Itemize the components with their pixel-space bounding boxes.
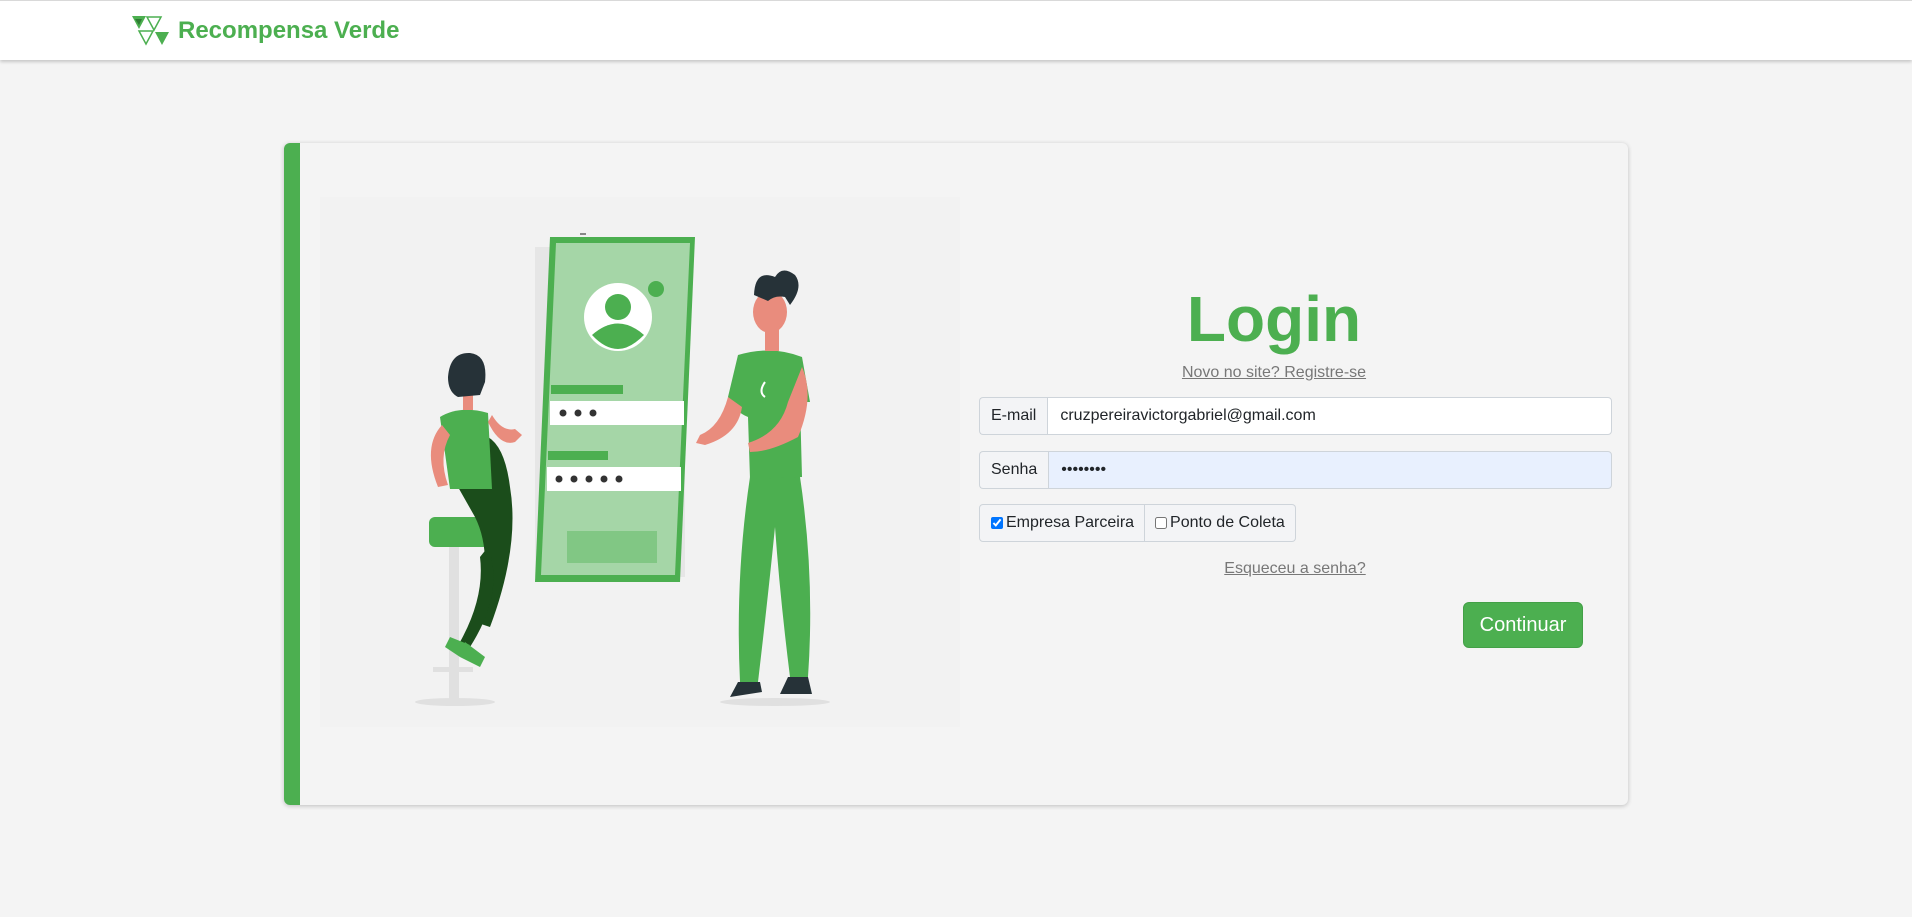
account-type-group: Empresa Parceira Ponto de Coleta (979, 504, 1296, 542)
brand-link[interactable]: Recompensa Verde (132, 15, 399, 47)
top-navbar: Recompensa Verde (0, 0, 1912, 60)
forgot-password-link[interactable]: Esqueceu a senha? (974, 560, 1616, 578)
email-group: E-mail (979, 397, 1612, 435)
ponto-de-coleta-label: Ponto de Coleta (1170, 514, 1285, 531)
empresa-parceira-checkbox[interactable] (991, 517, 1003, 529)
password-label: Senha (979, 451, 1049, 489)
login-illustration-icon (320, 197, 960, 727)
card-accent-bar (284, 143, 300, 805)
register-link[interactable]: Novo no site? Registre-se (974, 364, 1574, 382)
login-card: Login Novo no site? Registre-se E-mail S… (284, 143, 1628, 805)
email-input[interactable] (1047, 397, 1612, 435)
brand-logo-icon (132, 16, 169, 46)
empresa-parceira-label: Empresa Parceira (1006, 514, 1135, 531)
empresa-parceira-option[interactable]: Empresa Parceira (979, 504, 1146, 542)
brand-name: Recompensa Verde (178, 17, 400, 44)
ponto-de-coleta-checkbox[interactable] (1155, 517, 1168, 529)
continue-button[interactable]: Continuar (1463, 602, 1583, 648)
page-title: Login (1186, 283, 1362, 355)
password-input[interactable] (1048, 451, 1612, 489)
ponto-de-coleta-option[interactable]: Ponto de Coleta (1145, 504, 1296, 542)
email-label: E-mail (979, 397, 1048, 435)
password-group: Senha (979, 451, 1612, 489)
